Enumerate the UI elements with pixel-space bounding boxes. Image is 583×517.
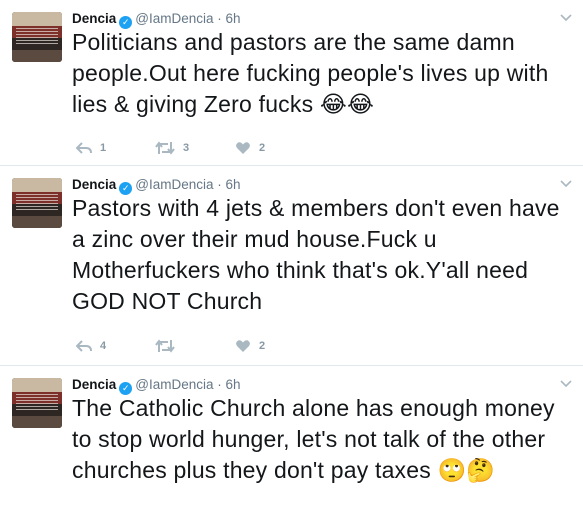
tweet-header: Dencia ✓ @IamDencia · 6h (72, 376, 241, 395)
display-name[interactable]: Dencia (72, 177, 116, 192)
like-count: 2 (259, 340, 266, 352)
reply-button[interactable]: 1 (76, 139, 106, 157)
like-button[interactable]: 2 (235, 139, 265, 157)
tweet-emoji: 🙄🤔 (437, 458, 496, 484)
tweet-text: Pastors with 4 jets & members don't even… (72, 193, 572, 317)
tweet[interactable]: Dencia ✓ @IamDencia · 6h Pastors with 4 je… (0, 166, 583, 366)
tweet-body: Politicians and pastors are the same dam… (72, 29, 549, 117)
tweet-text: The Catholic Church alone has enough mon… (72, 393, 572, 487)
tweet-body: Pastors with 4 jets & members don't even… (72, 195, 560, 314)
handle[interactable]: @IamDencia (135, 11, 213, 26)
avatar[interactable] (12, 178, 62, 228)
retweet-icon (155, 339, 175, 353)
timestamp[interactable]: 6h (226, 11, 241, 26)
display-name[interactable]: Dencia (72, 11, 116, 26)
tweet[interactable]: Dencia ✓ @IamDencia · 6h The Catholic Chur… (0, 366, 583, 517)
tweet-header: Dencia ✓ @IamDencia · 6h (72, 176, 241, 195)
like-button[interactable]: 2 (235, 337, 265, 355)
chevron-down-icon[interactable] (559, 12, 573, 22)
separator: · (217, 11, 222, 26)
like-count: 2 (259, 142, 266, 154)
separator: · (217, 177, 222, 192)
avatar[interactable] (12, 12, 62, 62)
tweet-text: Politicians and pastors are the same dam… (72, 27, 572, 121)
handle[interactable]: @IamDencia (135, 377, 213, 392)
reply-icon (76, 340, 92, 352)
chevron-down-icon[interactable] (559, 178, 573, 188)
timestamp[interactable]: 6h (226, 377, 241, 392)
reply-count: 4 (100, 340, 107, 352)
retweet-icon (155, 141, 175, 155)
retweet-count: 3 (183, 142, 190, 154)
reply-count: 1 (100, 142, 107, 154)
timestamp[interactable]: 6h (226, 177, 241, 192)
reply-button[interactable]: 4 (76, 337, 106, 355)
separator: · (217, 377, 222, 392)
chevron-down-icon[interactable] (559, 378, 573, 388)
tweet-header: Dencia ✓ @IamDencia · 6h (72, 10, 241, 29)
display-name[interactable]: Dencia (72, 377, 116, 392)
handle[interactable]: @IamDencia (135, 177, 213, 192)
retweet-button[interactable]: 3 (155, 139, 189, 157)
tweet-emoji: 😂😂 (319, 92, 375, 118)
heart-icon (236, 340, 250, 352)
reply-icon (76, 142, 92, 154)
tweet[interactable]: Dencia ✓ @IamDencia · 6h Politicians and p… (0, 0, 583, 166)
heart-icon (236, 142, 250, 154)
avatar[interactable] (12, 378, 62, 428)
retweet-button[interactable] (155, 337, 183, 355)
